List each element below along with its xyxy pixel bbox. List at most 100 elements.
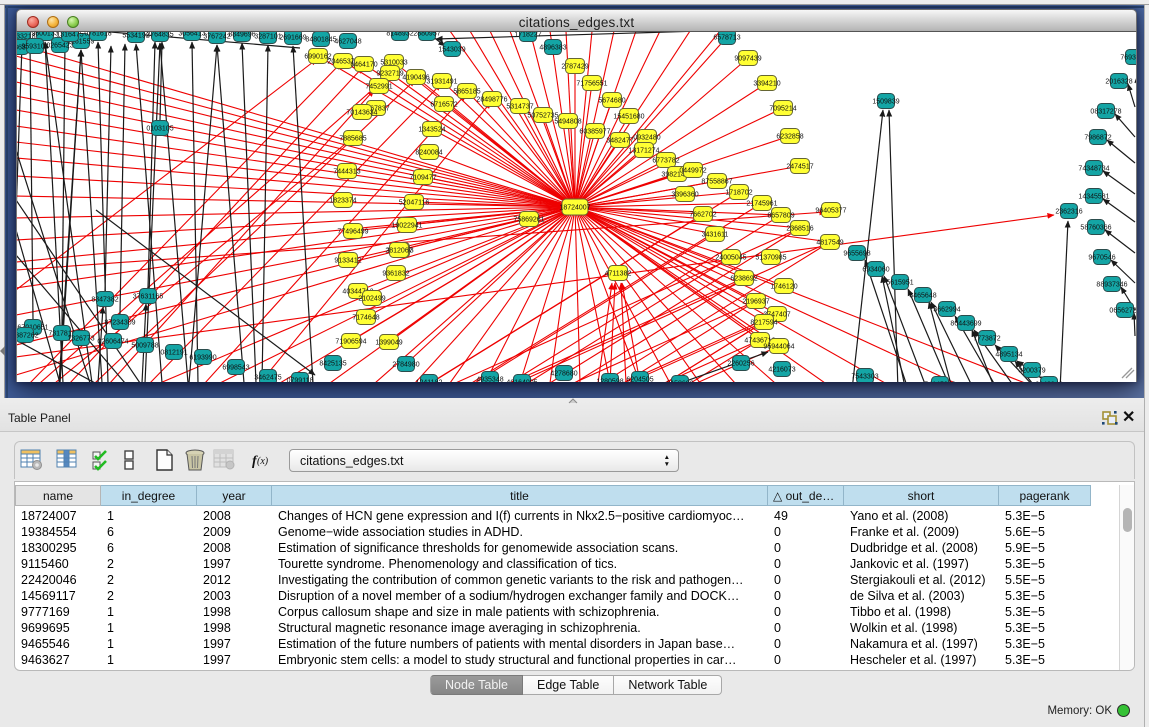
svg-text:3431611: 3431611 (702, 232, 729, 239)
svg-text:7109477: 7109477 (409, 175, 436, 182)
svg-text:3287101: 3287101 (254, 34, 281, 41)
svg-text:9133412: 9133412 (334, 258, 361, 265)
svg-text:70143634: 70143634 (346, 110, 377, 117)
svg-text:08317278: 08317278 (1090, 109, 1121, 116)
svg-text:54145868: 54145868 (924, 382, 955, 383)
svg-text:1326773: 1326773 (67, 336, 94, 343)
svg-text:4711382: 4711382 (605, 271, 632, 278)
svg-text:15451680: 15451680 (613, 114, 644, 121)
svg-text:1823374: 1823374 (329, 198, 356, 205)
svg-text:87234309: 87234309 (104, 320, 135, 327)
svg-text:52047116: 52047116 (399, 200, 430, 207)
svg-text:40164005: 40164005 (506, 380, 537, 383)
svg-text:6193990: 6193990 (189, 355, 216, 362)
svg-text:9593103: 9593103 (21, 44, 48, 51)
svg-text:8657809: 8657809 (767, 213, 794, 220)
svg-text:5314737: 5314737 (506, 104, 533, 111)
svg-text:60385977: 60385977 (579, 129, 610, 136)
svg-text:19022941: 19022941 (391, 223, 422, 230)
svg-text:14345581: 14345581 (1078, 194, 1109, 201)
svg-text:3396360: 3396360 (671, 192, 698, 199)
svg-text:2368516: 2368516 (786, 226, 813, 233)
svg-text:87558867: 87558867 (701, 179, 732, 186)
svg-text:6998543: 6998543 (222, 365, 249, 372)
svg-text:2764835: 2764835 (146, 32, 173, 39)
svg-text:6204505: 6204505 (626, 377, 653, 383)
svg-text:2880957: 2880957 (413, 32, 440, 38)
svg-text:1543039: 1543039 (438, 47, 465, 54)
svg-text:0799118: 0799118 (287, 378, 314, 383)
svg-text:4278680: 4278680 (550, 371, 577, 378)
svg-text:3056413: 3056413 (178, 32, 205, 38)
svg-text:2787429: 2787429 (561, 64, 588, 71)
svg-text:9097439: 9097439 (734, 56, 761, 63)
svg-text:1280598: 1280598 (596, 379, 623, 383)
svg-text:4817549: 4817549 (816, 240, 843, 247)
svg-text:74348734: 74348734 (1078, 166, 1109, 173)
svg-text:95944064: 95944064 (763, 344, 794, 351)
svg-text:0103105: 0103105 (146, 126, 173, 133)
svg-text:37631165: 37631165 (133, 294, 164, 301)
svg-text:1241182: 1241182 (416, 380, 443, 383)
svg-text:6773782: 6773782 (652, 158, 679, 165)
svg-text:7174648: 7174648 (352, 315, 379, 322)
svg-text:2784980: 2784980 (392, 362, 419, 369)
svg-text:7452991: 7452991 (365, 84, 392, 91)
svg-text:7543303: 7543303 (851, 374, 878, 381)
svg-text:2691669: 2691669 (279, 35, 306, 42)
svg-text:6464170: 6464170 (350, 62, 377, 69)
svg-text:75869261: 75869261 (513, 217, 544, 224)
svg-text:80443699: 80443699 (950, 321, 981, 328)
svg-text:6716572: 6716572 (430, 102, 457, 109)
svg-text:4895134: 4895134 (995, 352, 1022, 359)
svg-text:71906594: 71906594 (335, 339, 366, 346)
svg-text:7444313: 7444313 (333, 169, 360, 176)
svg-text:7773872: 7773872 (973, 336, 1000, 343)
svg-text:3387262: 3387262 (16, 333, 39, 340)
svg-text:8465648: 8465648 (909, 293, 936, 300)
svg-text:0142940: 0142940 (1035, 382, 1062, 383)
svg-text:2362316: 2362316 (1055, 209, 1082, 216)
svg-text:96405377: 96405377 (815, 208, 846, 215)
svg-text:5009788: 5009788 (131, 343, 158, 350)
svg-text:71756551: 71756551 (576, 81, 607, 88)
svg-text:3482477: 3482477 (606, 138, 633, 145)
svg-text:0932480: 0932480 (633, 135, 660, 142)
svg-text:1718227: 1718227 (514, 32, 541, 39)
svg-text:02606474: 02606474 (97, 339, 128, 346)
svg-text:1399049: 1399049 (375, 340, 402, 347)
svg-text:13171274: 13171274 (628, 148, 659, 155)
svg-text:2260256: 2260256 (727, 361, 754, 368)
svg-text:2812067: 2812067 (385, 248, 412, 255)
svg-text:3158692: 3158692 (666, 381, 693, 383)
svg-text:4216073: 4216073 (768, 367, 795, 374)
svg-text:77496499: 77496499 (337, 229, 368, 236)
svg-text:2102499: 2102499 (358, 296, 385, 303)
svg-text:06562729: 06562729 (1109, 308, 1137, 315)
svg-text:1343524: 1343524 (418, 127, 445, 134)
svg-text:8148932: 8148932 (386, 32, 413, 38)
svg-text:8347382: 8347382 (91, 297, 118, 304)
svg-text:2016328: 2016328 (1105, 79, 1132, 86)
svg-text:88937346: 88937346 (1096, 282, 1127, 289)
svg-text:84801845: 84801845 (305, 37, 336, 44)
svg-text:4896383: 4896383 (539, 45, 566, 52)
svg-text:31931491: 31931491 (426, 79, 457, 86)
svg-text:0812191: 0812191 (160, 350, 187, 357)
svg-text:1509839: 1509839 (872, 99, 899, 106)
svg-text:4935348: 4935348 (476, 377, 503, 383)
svg-text:1718702: 1718702 (725, 190, 752, 197)
svg-text:5674680: 5674680 (598, 98, 625, 105)
svg-text:7986872: 7986872 (1084, 135, 1111, 142)
svg-text:2196937: 2196937 (742, 299, 769, 306)
svg-text:51370985: 51370985 (755, 255, 786, 262)
svg-text:3462475: 3462475 (254, 375, 281, 382)
svg-text:9361832: 9361832 (382, 271, 409, 278)
svg-text:8849696: 8849696 (228, 32, 255, 39)
svg-text:8425135: 8425135 (319, 361, 346, 368)
svg-text:6578713: 6578713 (713, 35, 740, 42)
svg-text:(x): (x) (257, 456, 269, 467)
svg-text:21745961: 21745961 (746, 201, 777, 208)
svg-text:5615951: 5615951 (886, 280, 913, 287)
svg-text:6934060: 6934060 (862, 267, 889, 274)
